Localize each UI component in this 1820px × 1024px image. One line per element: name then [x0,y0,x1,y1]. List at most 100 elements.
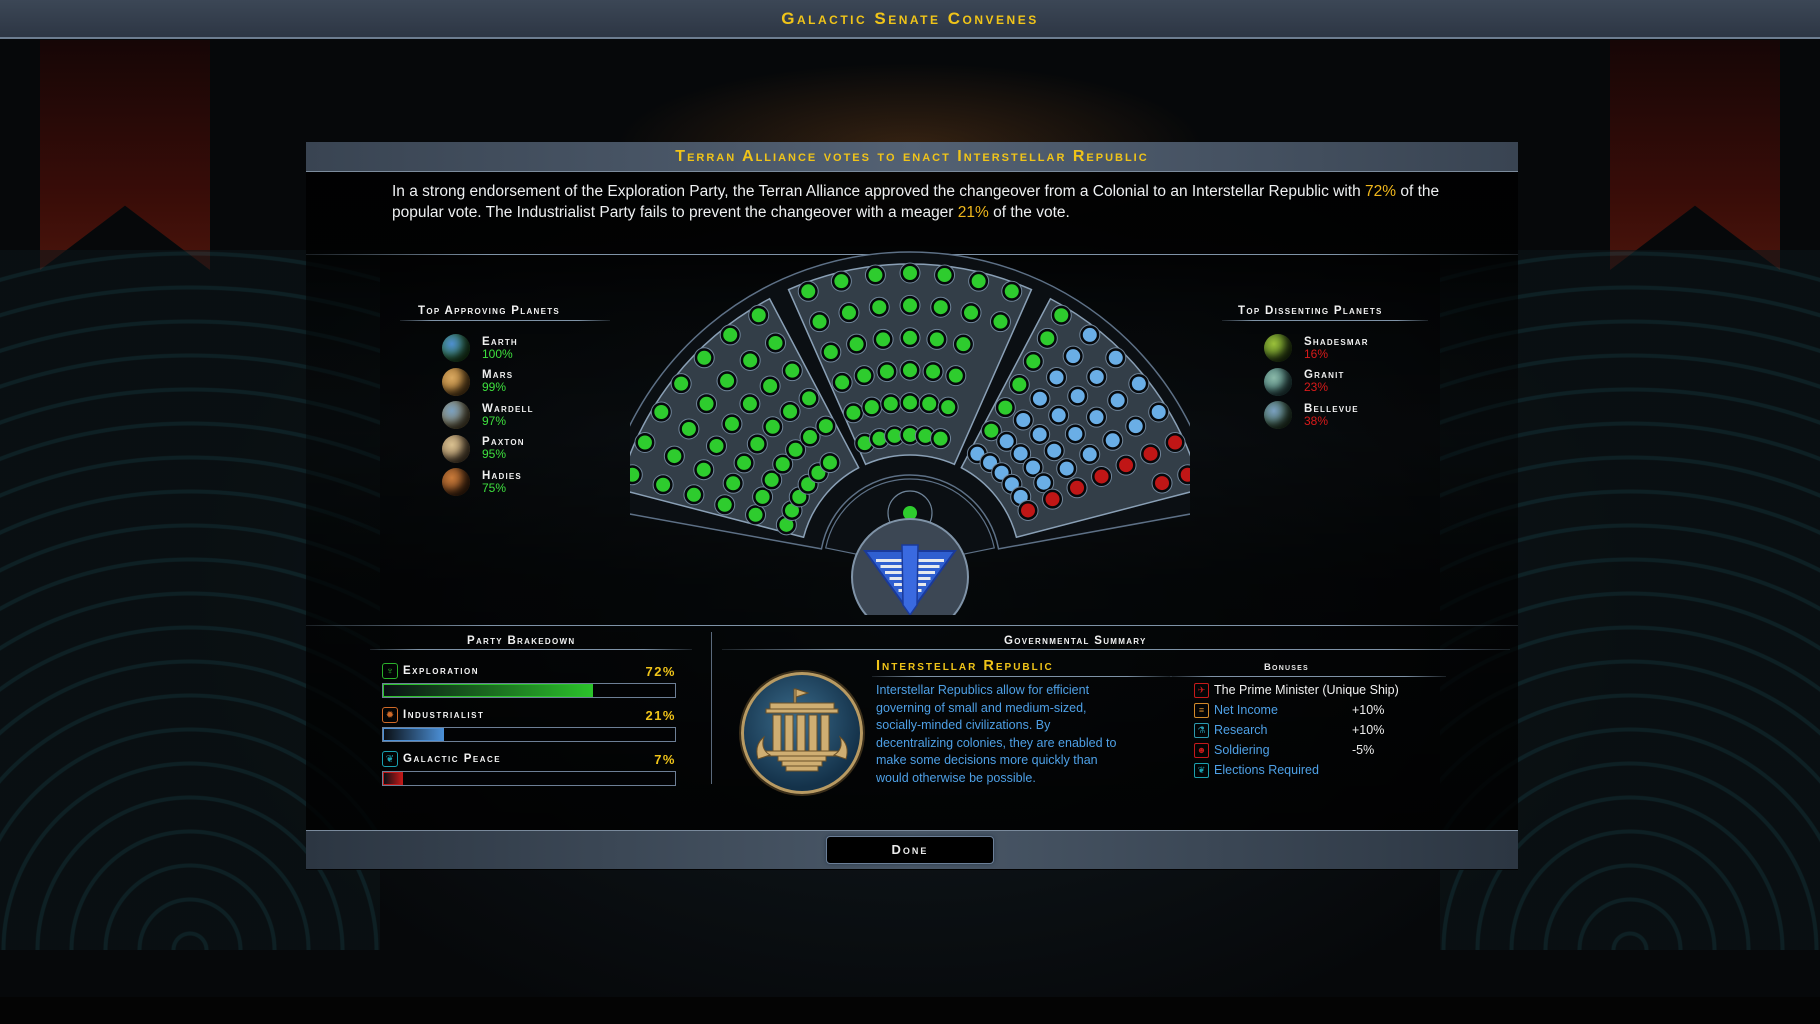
planet-entry: Mars 99% [442,367,513,396]
seat-exploration [785,363,800,378]
divider [872,676,1172,677]
party-progress-bar [382,683,676,698]
planet-name: Earth [482,335,518,348]
galactic-peace-icon: ❦ [382,751,398,767]
seat-industrialist [1082,327,1097,342]
planet-approval-pct: 75% [482,480,507,495]
seat-peace [1155,476,1170,491]
seat-exploration [696,462,711,477]
seat-exploration [868,268,883,283]
seat-peace [1143,446,1158,461]
planet-entry: Shadesmar 16% [1264,334,1369,362]
seat-exploration [849,337,864,352]
seat-industrialist [1068,426,1083,441]
seat-exploration [681,421,696,436]
seat-exploration [748,507,763,522]
divider [1222,320,1428,321]
elections-icon: ❦ [1194,762,1209,778]
planet-entry: Bellevue 38% [1264,401,1359,429]
seat-exploration [743,353,758,368]
seat-industrialist [1026,460,1041,475]
seat-exploration [699,396,714,411]
seat-exploration [818,419,833,434]
bonus-value: -5% [1352,743,1375,757]
title-bar: Galactic Senate Convenes [0,0,1820,39]
bonuses-title: Bonuses [1264,662,1309,673]
seat-exploration [637,435,652,450]
seat-exploration [948,368,963,383]
planet-approval-pct: 99% [482,380,507,394]
seat-exploration [933,300,948,315]
bonus-label: Net Income [1214,703,1278,717]
seat-exploration [763,378,778,393]
planet-entry: Hadies 75% [442,468,522,496]
seat-exploration [822,455,837,470]
approving-title: Top Approving Planets [418,305,561,317]
seat-exploration [783,404,798,419]
planet-approval-pct: 16% [1304,346,1329,361]
seat-exploration [1040,331,1055,346]
seat-exploration [686,487,701,502]
planet-icon [1264,334,1292,362]
bonus-row: ❦ Elections Required [1194,761,1352,779]
planet-approval-pct: 97% [482,413,507,428]
seat-peace [1021,503,1036,518]
seat-exploration [984,423,999,438]
party-progress-fill [383,728,445,741]
exploration-icon: ♆ [382,663,398,679]
seat-exploration [667,449,682,464]
planet-entry: Wardell 97% [442,401,534,429]
seat-exploration [903,428,917,442]
seat-exploration [654,404,669,419]
seat-exploration [883,396,898,411]
seat-exploration [841,305,856,320]
seat-exploration [903,266,917,280]
divider [400,320,610,321]
done-button[interactable]: Done [826,836,994,864]
seat-industrialist [1108,350,1123,365]
seat-exploration [742,396,757,411]
seat-industrialist [1059,461,1074,476]
bonus-label: Soldiering [1214,743,1270,757]
seat-exploration [998,400,1013,415]
summary-text-3: of the vote. [988,204,1070,221]
planet-icon [442,434,470,463]
seat-exploration [726,476,741,491]
seat-exploration [937,268,952,283]
industrialist-icon: ✹ [382,707,398,723]
summary-opposition-pct: 21% [957,204,989,221]
planet-entry: Granit 23% [1264,367,1345,396]
seat-exploration [724,416,739,431]
governmental-summary-title: Governmental Summary [1004,635,1147,647]
party-name: Galactic Peace [403,753,502,765]
party-name: Exploration [403,665,480,677]
seat-industrialist [1070,389,1085,404]
bonus-label: The Prime Minister (Unique Ship) [1214,683,1399,697]
party-pct: 7% [654,751,676,767]
temple-icon [756,688,848,772]
seat-exploration [941,400,956,415]
government-description: Interstellar Republics allow for efficie… [876,683,1117,785]
seat-industrialist [1051,408,1066,423]
seat-industrialist [1049,370,1064,385]
summary-approval-pct: 72% [1365,183,1397,200]
seat-exploration [834,274,849,289]
divider [722,649,1510,650]
planet-entry: Paxton 95% [442,434,525,463]
seat-exploration [812,314,827,329]
seat-exploration [846,405,861,420]
seat-industrialist [1131,376,1146,391]
planet-approval-pct: 95% [482,447,507,461]
government-name: Interstellar Republic [876,658,1054,674]
seat-exploration [864,400,879,415]
seat-exploration [750,437,765,452]
seat-exploration [1026,354,1041,369]
seat-peace [1168,435,1183,450]
seat-exploration [788,442,803,457]
seat-exploration [1012,377,1027,392]
party-row: ❦ Galactic Peace 7% [382,751,676,786]
seat-exploration [857,368,872,383]
seat-peace [1094,469,1109,484]
divider [370,649,692,650]
seat-exploration [933,431,948,446]
